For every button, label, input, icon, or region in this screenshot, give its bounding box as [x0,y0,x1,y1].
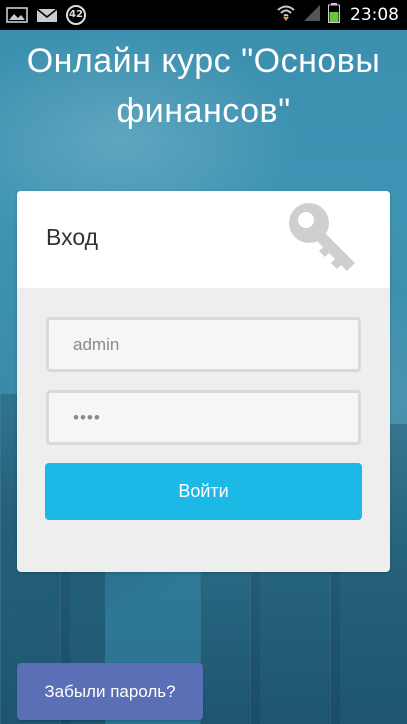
battery-icon [328,3,340,27]
login-button[interactable]: Войти [45,463,362,520]
login-card-header: Вход [17,191,390,288]
status-bar-left: 42 [6,5,86,25]
signal-icon [302,3,322,27]
password-input[interactable]: •••• [46,390,361,445]
gallery-icon [6,6,28,24]
status-bar-right: 23:08 [276,3,399,27]
status-bar: 42 23:08 [0,0,407,30]
wifi-icon [276,3,296,27]
login-heading: Вход [46,224,99,250]
notification-badge: 42 [66,5,86,25]
forgot-password-button[interactable]: Забыли пароль? [17,663,203,720]
page-title: Онлайн курс "Основы финансов" [26,42,381,130]
username-input[interactable]: admin [46,317,361,372]
status-time: 23:08 [350,5,399,25]
key-icon [285,199,363,271]
mail-icon [36,6,58,24]
login-card: Вход admin •••• Войти [17,191,390,572]
